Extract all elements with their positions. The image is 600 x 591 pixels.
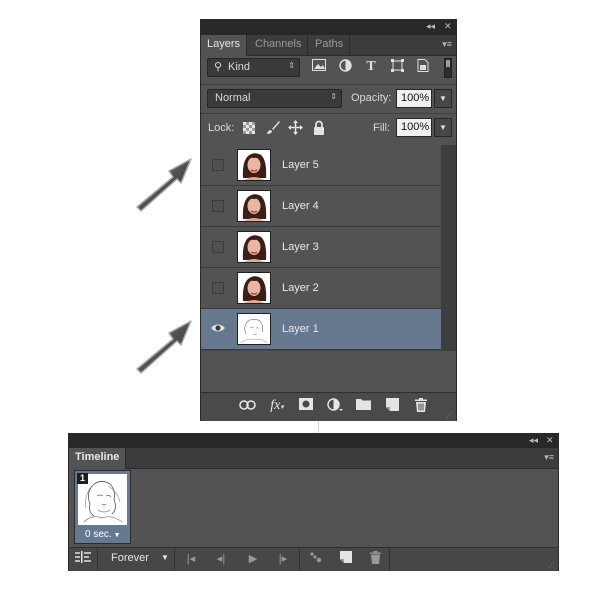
image-filter-icon[interactable] xyxy=(311,59,327,75)
blend-row: Normal ⇕ Opacity: 100% ▼ xyxy=(201,85,456,113)
tab-paths[interactable]: Paths xyxy=(309,35,351,55)
adjustment-icon[interactable] xyxy=(326,398,344,414)
annotation-arrow-layer1 xyxy=(136,320,192,374)
collapse-icon[interactable]: ◂◂ xyxy=(529,435,538,446)
layer-thumbnail xyxy=(237,190,271,222)
close-icon[interactable]: ✕ xyxy=(444,21,452,32)
play-icon[interactable]: ▶ xyxy=(244,551,262,567)
lock-row: Lock: Fill: 100% ▼ xyxy=(201,114,456,144)
fill-dropdown[interactable]: ▼ xyxy=(434,118,452,137)
lock-all-icon[interactable] xyxy=(313,120,325,138)
timeline-bottom-bar: Forever ▼ |◂ ◂| ▶ |▸ ⋰ xyxy=(69,547,558,571)
shape-filter-icon[interactable] xyxy=(389,59,405,75)
visibility-toggle[interactable] xyxy=(212,282,224,294)
layer-thumbnail xyxy=(237,231,271,263)
animation-frame-1[interactable]: 1 0 sec. ▼ xyxy=(74,470,131,544)
layers-bottom-bar: fx▾ ⋰ xyxy=(201,392,456,421)
layer-name: Layer 2 xyxy=(282,282,319,294)
filter-icons: T xyxy=(311,59,441,77)
next-frame-icon[interactable]: |▸ xyxy=(274,551,292,567)
frame-delay-select[interactable]: 0 sec. ▼ xyxy=(85,529,121,540)
timeline-titlebar: ◂◂ ✕ xyxy=(69,434,558,448)
annotation-arrow-layer5 xyxy=(136,158,192,212)
lock-position-icon[interactable] xyxy=(288,120,303,138)
fx-label: fx xyxy=(270,398,281,413)
type-filter-icon[interactable]: T xyxy=(363,59,379,75)
filter-toggle[interactable] xyxy=(444,58,452,78)
opacity-dropdown[interactable]: ▼ xyxy=(434,89,452,108)
layer-row[interactable]: Layer 1 xyxy=(201,309,441,350)
frame-delay-value: 0 sec. xyxy=(85,529,112,540)
smart-object-filter-icon[interactable] xyxy=(415,59,431,75)
lock-transparent-icon[interactable] xyxy=(243,122,255,137)
lock-label: Lock: xyxy=(208,122,235,134)
layers-panel-titlebar: ◂◂ ✕ xyxy=(201,20,456,35)
link-icon[interactable] xyxy=(238,398,256,414)
chevron-down-icon[interactable]: ▼ xyxy=(161,553,169,562)
layer-row[interactable]: Layer 3 xyxy=(201,227,441,268)
layers-tabbar: Layers Channels Paths ▾≡ xyxy=(201,35,456,56)
layer-name: Layer 4 xyxy=(282,200,319,212)
layer-row[interactable]: Layer 5 xyxy=(201,145,441,186)
opacity-input[interactable]: 100% xyxy=(396,89,432,108)
convert-icon[interactable] xyxy=(74,551,92,567)
tab-channels[interactable]: Channels xyxy=(249,35,309,55)
layer-list-scrollbar[interactable] xyxy=(441,145,456,351)
fill-input[interactable]: 100% xyxy=(396,118,432,137)
updown-arrow-icon: ⇕ xyxy=(288,61,295,70)
new-layer-icon[interactable] xyxy=(383,398,401,414)
fx-icon[interactable]: fx▾ xyxy=(268,398,286,414)
layer-thumbnail xyxy=(237,149,271,181)
loop-value[interactable]: Forever xyxy=(111,552,149,564)
close-icon[interactable]: ✕ xyxy=(546,435,554,446)
panel-menu-icon[interactable]: ▾≡ xyxy=(544,452,554,463)
tab-layers[interactable]: Layers xyxy=(201,35,248,56)
filter-kind-select[interactable]: ⚲ Kind ⇕ xyxy=(207,58,300,77)
layer-list: Layer 5 Layer 4 Layer 3 Layer 2 Layer 1 xyxy=(201,145,441,351)
delete-frame-icon[interactable] xyxy=(366,551,384,567)
trash-icon[interactable] xyxy=(412,398,430,414)
visibility-toggle[interactable] xyxy=(212,200,224,212)
blend-mode-value: Normal xyxy=(215,92,251,104)
visibility-toggle[interactable] xyxy=(212,159,224,171)
timeline-tabbar: Timeline ▾≡ xyxy=(69,448,558,469)
layer-name: Layer 3 xyxy=(282,241,319,253)
layer-row[interactable]: Layer 2 xyxy=(201,268,441,309)
fill-label: Fill: xyxy=(373,122,391,134)
layer-thumbnail xyxy=(237,313,271,345)
layer-thumbnail xyxy=(237,272,271,304)
frame-number: 1 xyxy=(77,473,88,484)
layers-panel: ◂◂ ✕ Layers Channels Paths ▾≡ ⚲ Kind ⇕ T xyxy=(200,19,457,421)
filter-kind-label: Kind xyxy=(228,61,251,73)
folder-icon[interactable] xyxy=(354,398,372,414)
first-frame-icon[interactable]: |◂ xyxy=(182,551,200,567)
tween-icon[interactable] xyxy=(307,551,325,567)
divider xyxy=(318,421,319,433)
resize-grip-icon[interactable]: ⋰ xyxy=(548,561,555,569)
panel-menu-icon[interactable]: ▾≡ xyxy=(442,39,452,50)
duplicate-frame-icon[interactable] xyxy=(337,551,355,567)
layer-row[interactable]: Layer 4 xyxy=(201,186,441,227)
updown-arrow-icon: ⇕ xyxy=(330,92,337,101)
resize-grip-icon[interactable]: ⋰ xyxy=(446,411,453,419)
mask-icon[interactable] xyxy=(297,398,315,414)
filter-row: ⚲ Kind ⇕ T xyxy=(201,56,456,86)
adjustment-filter-icon[interactable] xyxy=(337,59,353,75)
tab-timeline[interactable]: Timeline xyxy=(69,448,127,469)
eye-icon[interactable] xyxy=(210,322,226,336)
timeline-panel: ◂◂ ✕ Timeline ▾≡ 1 0 sec. ▼ Forever ▼ |◂… xyxy=(68,433,559,571)
visibility-toggle[interactable] xyxy=(212,241,224,253)
opacity-label: Opacity: xyxy=(351,92,392,104)
layer-name: Layer 1 xyxy=(282,323,319,335)
lock-image-icon[interactable] xyxy=(265,120,281,139)
blend-mode-select[interactable]: Normal ⇕ xyxy=(207,89,342,108)
prev-frame-icon[interactable]: ◂| xyxy=(212,551,230,567)
collapse-icon[interactable]: ◂◂ xyxy=(426,21,435,32)
search-icon: ⚲ xyxy=(214,61,223,73)
layer-name: Layer 5 xyxy=(282,159,319,171)
